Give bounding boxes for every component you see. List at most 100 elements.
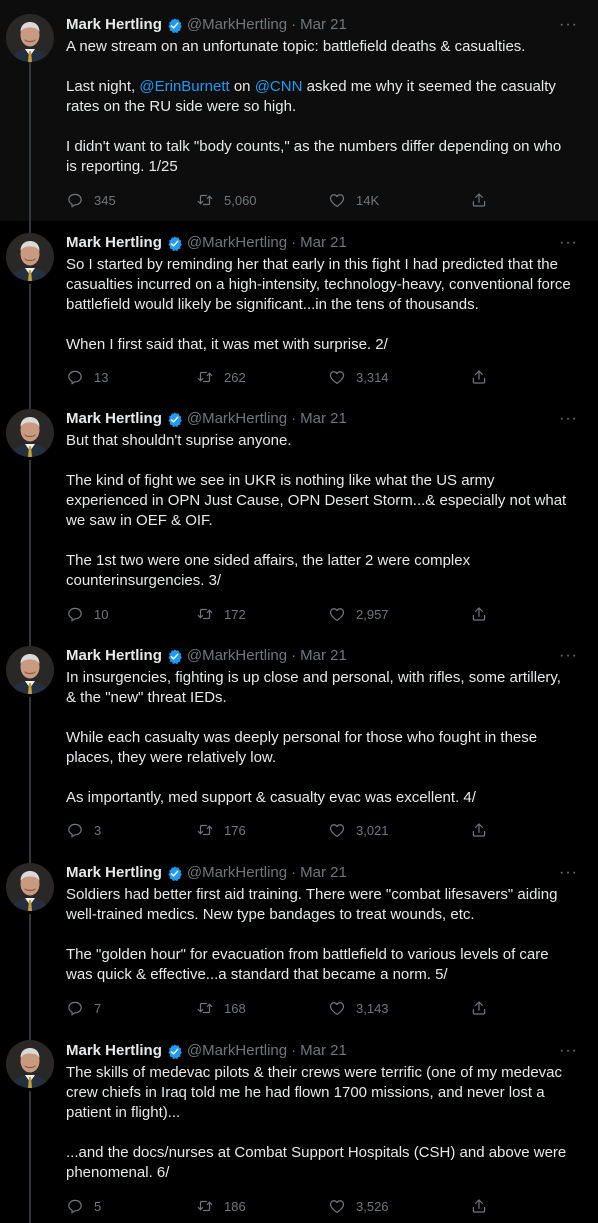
tweet-paragraph: ...and the docs/nurses at Combat Support… [66, 1143, 574, 1183]
share-button[interactable] [470, 605, 488, 623]
retweet-button[interactable]: 262 [196, 368, 246, 386]
verified-badge-icon [166, 865, 183, 882]
mention-link[interactable]: @CNN [255, 78, 303, 95]
more-icon[interactable]: ··· [559, 233, 578, 253]
tweet-4[interactable]: Mark Hertling @MarkHertling · Mar 21 ···… [0, 634, 598, 850]
tweet-date[interactable]: Mar 21 [300, 863, 347, 883]
retweet-button[interactable]: 172 [196, 605, 246, 623]
tweet-2[interactable]: Mark Hertling @MarkHertling · Mar 21 ···… [0, 221, 598, 398]
reply-button[interactable]: 5 [66, 1197, 101, 1215]
share-icon [470, 368, 488, 386]
mention-link[interactable]: @ErinBurnett [139, 78, 229, 95]
tweet-text: But that shouldn't suprise anyone. The ki… [66, 431, 574, 591]
like-button[interactable]: 3,021 [328, 821, 389, 839]
avatar[interactable] [6, 646, 54, 694]
author-name[interactable]: Mark Hertling [66, 646, 162, 666]
thread-line [29, 398, 31, 409]
author-name[interactable]: Mark Hertling [66, 233, 162, 253]
tweet-date[interactable]: Mar 21 [300, 409, 347, 429]
tweet-date[interactable]: Mar 21 [300, 233, 347, 253]
verified-badge-icon [166, 411, 183, 428]
retweet-icon [196, 368, 214, 386]
tweet-date[interactable]: Mar 21 [300, 1041, 347, 1061]
avatar[interactable] [6, 409, 54, 457]
retweet-button[interactable]: 5,060 [196, 191, 257, 209]
thread-line [29, 62, 31, 221]
tweet-paragraph: The skills of medevac pilots & their cre… [66, 1063, 574, 1123]
avatar[interactable] [6, 863, 54, 911]
tweet-paragraph: As importantly, med support & casualty e… [66, 788, 574, 808]
more-icon[interactable]: ··· [559, 1041, 578, 1061]
more-icon[interactable]: ··· [559, 15, 578, 35]
author-handle[interactable]: @MarkHertling [187, 15, 287, 35]
tweet-date[interactable]: Mar 21 [300, 15, 347, 35]
reply-button[interactable]: 13 [66, 368, 108, 386]
text-segment: But that shouldn't suprise anyone. [66, 432, 292, 449]
share-button[interactable] [470, 999, 488, 1017]
retweet-button[interactable]: 186 [196, 1197, 246, 1215]
author-handle[interactable]: @MarkHertling [187, 233, 287, 253]
tweet-paragraph: Last night, @ErinBurnett on @CNN asked m… [66, 77, 574, 117]
text-segment: The 1st two were one sided affairs, the … [66, 552, 471, 589]
author-handle[interactable]: @MarkHertling [187, 646, 287, 666]
like-button[interactable]: 2,957 [328, 605, 389, 623]
tweet-5[interactable]: Mark Hertling @MarkHertling · Mar 21 ···… [0, 850, 598, 1028]
author-handle[interactable]: @MarkHertling [187, 863, 287, 883]
tweet-paragraph: The "golden hour" for evacuation from ba… [66, 945, 574, 985]
reply-count: 3 [94, 822, 102, 838]
more-icon[interactable]: ··· [559, 646, 578, 666]
tweet-3[interactable]: Mark Hertling @MarkHertling · Mar 21 ···… [0, 398, 598, 634]
like-count: 3,314 [356, 369, 389, 385]
like-button[interactable]: 14K [328, 191, 379, 209]
tweet-header: Mark Hertling @MarkHertling · Mar 21 ··· [66, 409, 577, 429]
tweet-6[interactable]: Mark Hertling @MarkHertling · Mar 21 ···… [0, 1028, 598, 1223]
avatar[interactable] [6, 14, 54, 62]
text-segment: The "golden hour" for evacuation from ba… [66, 946, 549, 983]
tweet-text: In insurgencies, fighting is up close an… [66, 668, 574, 808]
share-icon [470, 191, 488, 209]
tweet-actions: 5 186 3,526 [66, 1196, 532, 1216]
retweet-button[interactable]: 168 [196, 999, 246, 1017]
reply-icon [66, 368, 84, 386]
tweet-1[interactable]: Mark Hertling @MarkHertling · Mar 21 ···… [0, 0, 598, 221]
author-handle[interactable]: @MarkHertling [187, 1041, 287, 1061]
share-button[interactable] [470, 191, 488, 209]
reply-button[interactable]: 7 [66, 999, 101, 1017]
reply-button[interactable]: 3 [66, 821, 101, 839]
author-name[interactable]: Mark Hertling [66, 863, 162, 883]
author-name[interactable]: Mark Hertling [66, 1041, 162, 1061]
like-icon [328, 821, 346, 839]
like-button[interactable]: 3,314 [328, 368, 389, 386]
reply-button[interactable]: 10 [66, 605, 108, 623]
retweet-button[interactable]: 176 [196, 821, 246, 839]
author-name[interactable]: Mark Hertling [66, 409, 162, 429]
reply-icon [66, 191, 84, 209]
text-segment: Last night, [66, 78, 140, 95]
like-count: 3,143 [356, 1000, 389, 1016]
like-count: 3,021 [356, 822, 389, 838]
share-button[interactable] [470, 1197, 488, 1215]
more-icon[interactable]: ··· [559, 863, 578, 883]
text-segment: In insurgencies, fighting is up close an… [66, 669, 561, 706]
reply-icon [66, 821, 84, 839]
reply-icon [66, 999, 84, 1017]
like-icon [328, 1197, 346, 1215]
retweet-icon [196, 1197, 214, 1215]
avatar[interactable] [6, 1040, 54, 1088]
share-button[interactable] [470, 368, 488, 386]
like-button[interactable]: 3,526 [328, 1197, 389, 1215]
avatar[interactable] [6, 233, 54, 281]
more-icon[interactable]: ··· [559, 409, 578, 429]
tweet-actions: 10 172 2,957 [66, 604, 532, 624]
thread-line [29, 850, 31, 863]
share-button[interactable] [470, 821, 488, 839]
like-button[interactable]: 3,143 [328, 999, 389, 1017]
tweet-header: Mark Hertling @MarkHertling · Mar 21 ··· [66, 646, 577, 666]
reply-button[interactable]: 345 [66, 191, 116, 209]
tweet-actions: 345 5,060 14K [66, 190, 532, 210]
tweet-date[interactable]: Mar 21 [300, 646, 347, 666]
author-name[interactable]: Mark Hertling [66, 15, 162, 35]
thread-line [29, 284, 31, 398]
author-handle[interactable]: @MarkHertling [187, 409, 287, 429]
text-segment: So I started by reminding her that early… [66, 256, 571, 313]
